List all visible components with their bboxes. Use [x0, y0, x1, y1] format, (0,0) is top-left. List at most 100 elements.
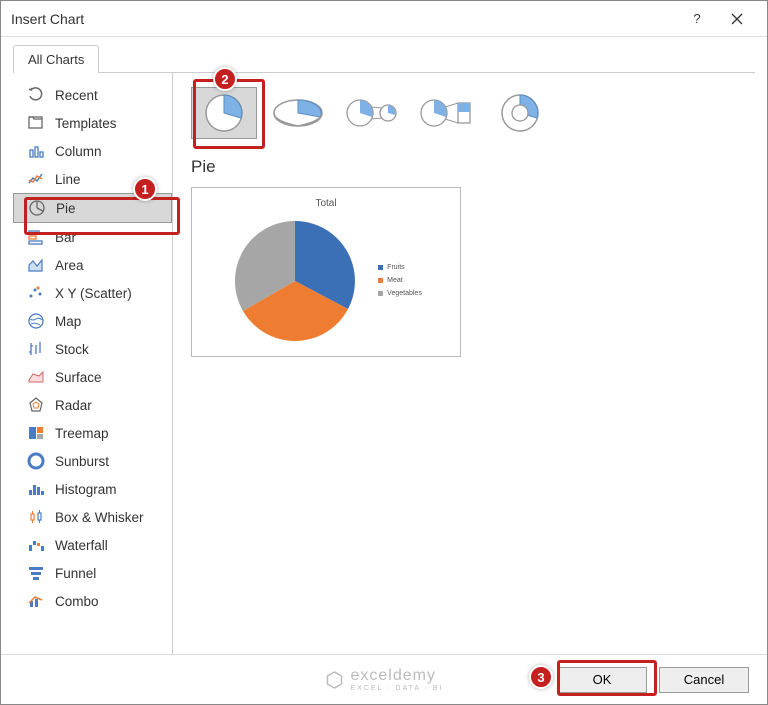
scatter-icon: [27, 284, 45, 302]
chart-category-sidebar: Recent Templates Column Line Pie Bar: [13, 73, 173, 654]
help-icon: ?: [693, 11, 700, 26]
treemap-icon: [27, 424, 45, 442]
sidebar-item-templates[interactable]: Templates: [13, 109, 172, 137]
subtype-3d-pie[interactable]: [265, 87, 331, 139]
watermark: exceldemy EXCEL · DATA · BI: [325, 667, 444, 692]
sidebar-item-scatter[interactable]: X Y (Scatter): [13, 279, 172, 307]
ok-button[interactable]: OK: [557, 667, 647, 693]
sidebar-item-boxwhisker[interactable]: Box & Whisker: [13, 503, 172, 531]
sidebar-item-label: Area: [55, 258, 84, 273]
templates-icon: [27, 114, 45, 132]
legend-swatch: [378, 265, 383, 270]
main-panel: Pie Total Fruits Meat Vegetables: [173, 73, 755, 654]
preview-body: Fruits Meat Vegetables: [202, 215, 450, 346]
callout-2: 2: [213, 67, 237, 91]
sidebar-item-histogram[interactable]: Histogram: [13, 475, 172, 503]
sidebar-item-label: Funnel: [55, 566, 96, 581]
sidebar-item-label: Sunburst: [55, 454, 109, 469]
titlebar: Insert Chart ?: [1, 1, 767, 37]
sidebar-item-bar[interactable]: Bar: [13, 223, 172, 251]
sidebar-item-label: X Y (Scatter): [55, 286, 132, 301]
legend-item: Meat: [378, 277, 422, 284]
legend-item: Vegetables: [378, 290, 422, 297]
watermark-tag: EXCEL · DATA · BI: [351, 685, 444, 692]
chart-preview[interactable]: Total Fruits Meat Vegetables: [191, 187, 461, 357]
sidebar-item-label: Combo: [55, 594, 99, 609]
sidebar-item-funnel[interactable]: Funnel: [13, 559, 172, 587]
radar-icon: [27, 396, 45, 414]
pie-icon: [28, 199, 46, 217]
stock-icon: [27, 340, 45, 358]
insert-chart-dialog: 1 2 3 Insert Chart ? All Charts Recent T…: [0, 0, 768, 705]
column-icon: [27, 142, 45, 160]
dialog-title: Insert Chart: [11, 11, 677, 27]
legend-label: Vegetables: [387, 290, 422, 297]
legend-swatch: [378, 278, 383, 283]
legend-label: Fruits: [387, 264, 405, 271]
histogram-icon: [27, 480, 45, 498]
sidebar-item-label: Radar: [55, 398, 92, 413]
legend-swatch: [378, 291, 383, 296]
sidebar-item-label: Templates: [55, 116, 117, 131]
sidebar-item-radar[interactable]: Radar: [13, 391, 172, 419]
sidebar-item-surface[interactable]: Surface: [13, 363, 172, 391]
funnel-icon: [27, 564, 45, 582]
sidebar-item-label: Line: [55, 172, 81, 187]
subtype-bar-of-pie[interactable]: [413, 87, 479, 139]
subtype-pie-of-pie-icon: [344, 95, 400, 131]
boxwhisker-icon: [27, 508, 45, 526]
subtype-doughnut[interactable]: [487, 87, 553, 139]
waterfall-icon: [27, 536, 45, 554]
content: Recent Templates Column Line Pie Bar: [13, 72, 755, 654]
pie-subtypes: [191, 87, 737, 139]
map-icon: [27, 312, 45, 330]
sidebar-item-area[interactable]: Area: [13, 251, 172, 279]
sidebar-item-label: Pie: [56, 201, 76, 216]
combo-icon: [27, 592, 45, 610]
sidebar-item-treemap[interactable]: Treemap: [13, 419, 172, 447]
sunburst-icon: [27, 452, 45, 470]
recent-icon: [27, 86, 45, 104]
preview-legend: Fruits Meat Vegetables: [378, 264, 422, 297]
sidebar-item-label: Bar: [55, 230, 76, 245]
dialog-footer: exceldemy EXCEL · DATA · BI OK Cancel: [1, 654, 767, 704]
callout-1: 1: [133, 177, 157, 201]
sidebar-item-combo[interactable]: Combo: [13, 587, 172, 615]
subtype-3d-pie-icon: [270, 93, 326, 133]
close-button[interactable]: [717, 4, 757, 34]
subtype-pie-icon: [200, 91, 248, 135]
tab-strip: All Charts: [1, 37, 767, 73]
subtype-bar-of-pie-icon: [418, 95, 474, 131]
bar-icon: [27, 228, 45, 246]
cancel-button[interactable]: Cancel: [659, 667, 749, 693]
subtype-doughnut-icon: [496, 91, 544, 135]
tab-all-charts[interactable]: All Charts: [13, 45, 99, 73]
sidebar-item-label: Histogram: [55, 482, 117, 497]
sidebar-item-label: Surface: [55, 370, 102, 385]
line-icon: [27, 170, 45, 188]
legend-label: Meat: [387, 277, 403, 284]
area-icon: [27, 256, 45, 274]
close-icon: [731, 13, 743, 25]
subtype-pie[interactable]: [191, 87, 257, 139]
surface-icon: [27, 368, 45, 386]
preview-title: Total: [315, 198, 336, 209]
subtype-pie-of-pie[interactable]: [339, 87, 405, 139]
sidebar-item-recent[interactable]: Recent: [13, 81, 172, 109]
sidebar-item-map[interactable]: Map: [13, 307, 172, 335]
sidebar-item-label: Treemap: [55, 426, 109, 441]
sidebar-item-column[interactable]: Column: [13, 137, 172, 165]
sidebar-item-waterfall[interactable]: Waterfall: [13, 531, 172, 559]
sidebar-item-stock[interactable]: Stock: [13, 335, 172, 363]
sidebar-item-label: Stock: [55, 342, 89, 357]
sidebar-item-sunburst[interactable]: Sunburst: [13, 447, 172, 475]
sidebar-item-label: Recent: [55, 88, 98, 103]
legend-item: Fruits: [378, 264, 422, 271]
sidebar-item-label: Map: [55, 314, 81, 329]
help-button[interactable]: ?: [677, 4, 717, 34]
sidebar-item-label: Waterfall: [55, 538, 108, 553]
chart-type-heading: Pie: [191, 157, 737, 177]
sidebar-item-label: Column: [55, 144, 102, 159]
callout-3: 3: [529, 665, 553, 689]
watermark-icon: [325, 670, 345, 690]
